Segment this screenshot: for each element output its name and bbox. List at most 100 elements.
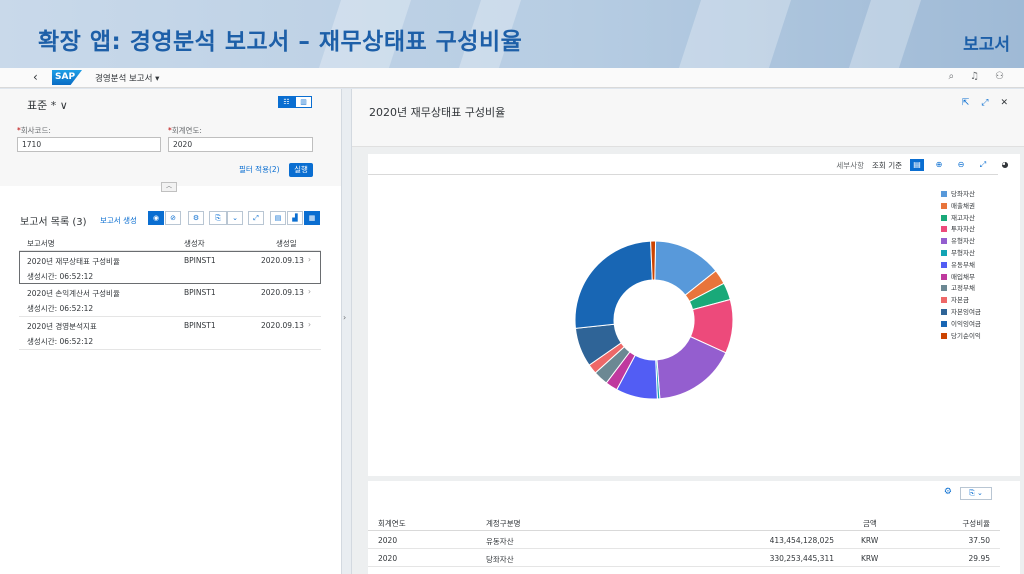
report-list-item[interactable]: 2020년 경영분석지표 BPINST1 2020.09.13 › 생성시간: … [19, 317, 321, 350]
report-date: 2020.09.13 [261, 321, 304, 330]
report-creator: BPINST1 [184, 288, 216, 297]
legend-item-7[interactable]: 매입채무 [941, 273, 981, 285]
view-by-link[interactable]: 조회 기준 [872, 160, 902, 171]
filter-apply-link[interactable]: 필터 적용(2) [239, 164, 280, 175]
cell-account: 당좌자산 [486, 555, 514, 564]
report-list-header: 보고서명 생성자 생성일 [19, 234, 321, 251]
cell-amount: 413,454,128,025 [769, 536, 834, 545]
column-header-account: 계정구분명 [486, 519, 521, 528]
zoom-out-icon[interactable]: ⊖ [954, 159, 968, 171]
legend-item-5[interactable]: 무형자산 [941, 249, 981, 261]
show-icon[interactable]: ◉ [148, 211, 164, 225]
column-header-date: 생성일 [276, 239, 297, 248]
legend-label: 무형자산 [951, 248, 975, 257]
chart-table-view-icon[interactable]: ▤ [270, 211, 286, 225]
fiscal-year-input[interactable]: 2020 [168, 137, 313, 152]
chart-type-icon[interactable]: ◕ [998, 159, 1012, 171]
app-title-menu[interactable]: 경영분석 보고서 ▾ [95, 72, 159, 84]
table-row[interactable]: 2020 당좌자산 330,253,445,311 KRW 29.95 [368, 550, 1000, 567]
legend-swatch [941, 226, 947, 233]
legend-swatch [941, 261, 947, 268]
expand-arrow-icon[interactable]: › [343, 313, 346, 322]
chevron-down-icon[interactable]: ⌄ [227, 211, 243, 225]
detail-header: 2020년 재무상태표 구성비율 ⇱ ⤢ ✕ [352, 89, 1024, 147]
cell-currency: KRW [861, 554, 879, 563]
table-settings-icon[interactable]: ⚙ [944, 487, 952, 500]
chevron-right-icon: › [308, 320, 311, 329]
chart-legend: 당좌자산 매출채권 재고자산 투자자산유형자산무형자산유동부채매입채무고정부채자본금 자… [941, 190, 981, 343]
slide-banner: 확장 앱: 경영분석 보고서 – 재무상태표 구성비율 보고서 [0, 0, 1024, 68]
cell-currency: KRW [861, 536, 879, 545]
cell-year: 2020 [378, 554, 398, 563]
legend-label: 유형자산 [951, 237, 975, 246]
panel-splitter[interactable]: › [341, 89, 352, 574]
legend-item-0[interactable]: 당좌자산 [941, 190, 981, 202]
table-view-icon[interactable]: ▦ [304, 211, 320, 225]
legend-label: 매입채무 [951, 272, 975, 281]
report-name: 2020년 손익계산서 구성비율 [27, 289, 120, 298]
legend-item-4[interactable]: 유형자산 [941, 237, 981, 249]
donut-slice-11[interactable] [574, 240, 653, 329]
details-link[interactable]: 세부사항 [836, 160, 864, 171]
legend-toggle-icon[interactable]: ▤ [910, 159, 924, 171]
report-date: 2020.09.13 [261, 288, 304, 297]
legend-item-9[interactable]: 자본금 [941, 296, 981, 308]
column-header-year: 회계연도 [378, 519, 406, 528]
hide-icon[interactable]: ⊘ [165, 211, 181, 225]
report-date: 2020.09.13 [261, 256, 304, 265]
company-code-input[interactable]: 1710 [17, 137, 161, 152]
cell-ratio: 37.50 [968, 536, 990, 545]
report-creator: BPINST1 [184, 321, 216, 330]
legend-item-1[interactable]: 매출채권 [941, 202, 981, 214]
report-list-item[interactable]: 2020년 손익계산서 구성비율 BPINST1 2020.09.13 › 생성… [19, 284, 321, 317]
detail-title: 2020년 재무상태표 구성비율 [369, 106, 506, 119]
legend-label: 고정부채 [951, 284, 975, 293]
go-button[interactable]: 실행 [289, 163, 313, 177]
legend-swatch [941, 191, 947, 197]
close-icon[interactable]: ✕ [1000, 98, 1008, 108]
cell-ratio: 29.95 [968, 554, 990, 563]
user-icon[interactable]: ⚇ [995, 71, 1004, 82]
filter-view-toggle: ☷ ▥ [278, 96, 312, 108]
variant-selector[interactable]: 표준 * ∨ [27, 97, 68, 113]
fullscreen-icon[interactable]: ⤢ [976, 159, 990, 171]
cell-year: 2020 [378, 536, 398, 545]
legend-label: 유동부채 [951, 260, 975, 269]
chart-divider [368, 174, 998, 175]
legend-label: 투자자산 [951, 225, 975, 234]
legend-label: 당기순이익 [951, 331, 981, 340]
report-creator: BPINST1 [184, 256, 216, 265]
legend-item-10[interactable]: 자본잉여금 [941, 308, 981, 320]
legend-item-12[interactable]: 당기순이익 [941, 332, 981, 344]
search-icon[interactable]: ⌕ [948, 71, 954, 82]
filter-chart-view-icon[interactable]: ▥ [295, 96, 312, 108]
export-menu-icon[interactable]: ⎘ ⌄ [960, 487, 992, 500]
settings-icon[interactable]: ⚙ [188, 211, 204, 225]
bell-icon[interactable]: ♫ [970, 71, 979, 82]
table-row[interactable]: 2020 유동자산 413,454,128,025 KRW 37.50 [368, 532, 1000, 549]
fullscreen-icon[interactable]: ⤢ [981, 98, 988, 108]
legend-item-6[interactable]: 유동부채 [941, 261, 981, 273]
chart-view-icon[interactable]: ▟ [287, 211, 303, 225]
cell-account: 유동자산 [486, 537, 514, 546]
create-report-link[interactable]: 보고서 생성 [100, 215, 137, 226]
filter-bar: 표준 * ∨ ☷ ▥ *회사코드: 1710 *회계연도: 2020 필터 적용… [0, 89, 341, 186]
legend-item-11[interactable]: 이익잉여금 [941, 320, 981, 332]
fullscreen-icon[interactable]: ⤢ [248, 211, 264, 225]
report-list-item[interactable]: 2020년 재무상태표 구성비율 BPINST1 2020.09.13 › 생성… [19, 251, 321, 284]
open-new-window-icon[interactable]: ⇱ [962, 98, 970, 108]
legend-item-2[interactable]: 재고자산 [941, 214, 981, 226]
legend-label: 이익잉여금 [951, 319, 981, 328]
chevron-left-icon[interactable]: ‹ [33, 70, 38, 84]
legend-item-3[interactable]: 투자자산 [941, 225, 981, 237]
legend-swatch [941, 285, 947, 292]
column-header-ratio: 구성비율 [962, 519, 990, 528]
export-icon[interactable]: ⎘ [209, 211, 227, 225]
legend-swatch [941, 332, 947, 339]
sap-logo[interactable]: SAP [52, 70, 82, 85]
detail-panel: 2020년 재무상태표 구성비율 ⇱ ⤢ ✕ 세부사항 조회 기준 ▤ ⊕ ⊖ … [352, 89, 1024, 574]
legend-item-8[interactable]: 고정부채 [941, 284, 981, 296]
collapse-filter-icon[interactable]: ︿ [161, 182, 177, 192]
zoom-in-icon[interactable]: ⊕ [932, 159, 946, 171]
filter-list-view-icon[interactable]: ☷ [278, 96, 295, 108]
